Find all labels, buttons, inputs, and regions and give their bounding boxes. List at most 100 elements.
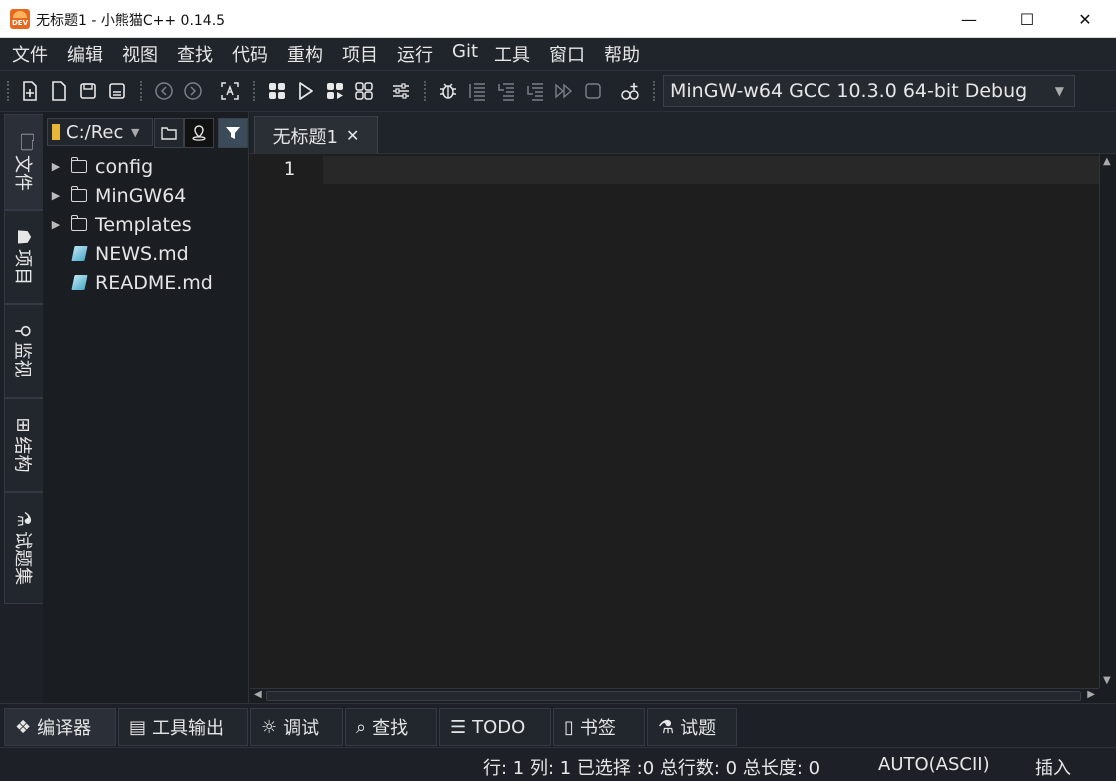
run-icon[interactable]	[294, 79, 318, 103]
tab-problem-set[interactable]: ⚗ 试题集	[4, 492, 44, 604]
tab-tool-output[interactable]: ▤ 工具输出	[118, 708, 248, 746]
maximize-button[interactable]: ☐	[998, 0, 1056, 38]
save-icon[interactable]	[76, 79, 100, 103]
menu-run[interactable]: 运行	[397, 41, 433, 67]
back-icon[interactable]	[152, 79, 176, 103]
close-icon[interactable]: ✕	[346, 126, 359, 145]
tab-label: 结构	[12, 436, 33, 473]
scroll-down-icon[interactable]: ▼	[1103, 675, 1111, 686]
tab-project[interactable]: ☗ 项目	[4, 210, 44, 304]
toolbar-grip[interactable]	[7, 81, 12, 101]
tab-label: TODO	[472, 716, 526, 738]
tab-label: 调试	[283, 718, 320, 739]
scrollbar-thumb[interactable]	[266, 691, 1081, 701]
scroll-up-icon[interactable]: ▲	[1103, 156, 1111, 167]
code-editor[interactable]: 1	[250, 154, 1099, 688]
toolbar-grip[interactable]	[253, 81, 258, 101]
tab-search[interactable]: ⌕ 查找	[345, 708, 437, 746]
scroll-left-icon[interactable]: ◀	[254, 689, 262, 700]
save-all-icon[interactable]	[105, 79, 129, 103]
menu-refactor[interactable]: 重构	[287, 41, 323, 67]
open-folder-button[interactable]	[154, 118, 184, 148]
new-file-icon[interactable]	[18, 79, 42, 103]
scrollbar-corner	[1099, 688, 1116, 703]
tab-todo[interactable]: ☰ TODO	[439, 708, 551, 746]
menu-window[interactable]: 窗口	[549, 41, 585, 67]
menu-edit[interactable]: 编辑	[67, 41, 103, 67]
tree-item[interactable]: ▶ config	[43, 152, 248, 181]
compile-icon[interactable]	[265, 79, 289, 103]
compiler-select[interactable]: MinGW-w64 GCC 10.3.0 64-bit Debug ▼	[663, 75, 1075, 107]
menu-search[interactable]: 查找	[177, 41, 213, 67]
rebuild-icon[interactable]	[352, 79, 376, 103]
locate-file-button[interactable]	[184, 118, 214, 148]
minimize-button[interactable]: —	[940, 0, 998, 38]
toolbar-grip[interactable]	[424, 81, 429, 101]
menu-project[interactable]: 项目	[342, 41, 378, 67]
open-file-icon[interactable]	[47, 79, 71, 103]
compiler-options-icon[interactable]	[389, 79, 413, 103]
menu-view[interactable]: 视图	[122, 41, 158, 67]
tab-files[interactable]: 🗀 文件	[4, 114, 44, 210]
step-into-icon[interactable]	[494, 79, 518, 103]
filter-icon	[226, 127, 240, 139]
close-button[interactable]: ✕	[1056, 0, 1114, 38]
toolbar-grip[interactable]	[653, 81, 658, 101]
tab-watch[interactable]: ⚲ 监视	[4, 304, 44, 398]
scroll-right-icon[interactable]: ▶	[1087, 689, 1095, 700]
current-line-highlight[interactable]	[323, 156, 1099, 184]
add-watch-icon[interactable]	[618, 79, 642, 103]
tab-compiler[interactable]: ❖ 编译器	[4, 708, 116, 746]
tree-item[interactable]: NEWS.md	[43, 239, 248, 268]
debug-icon[interactable]	[436, 79, 460, 103]
stop-icon[interactable]	[581, 79, 605, 103]
menu-tools[interactable]: 工具	[494, 41, 530, 67]
line-number: 1	[283, 158, 295, 180]
filter-button[interactable]	[218, 118, 248, 148]
tab-bookmarks[interactable]: ▯ 书签	[553, 708, 645, 746]
horizontal-scrollbar[interactable]: ◀ ▶	[250, 688, 1099, 703]
toolbar-grip[interactable]	[140, 81, 145, 101]
vertical-scrollbar[interactable]: ▲ ▼	[1099, 154, 1116, 688]
chevron-down-icon[interactable]: ▼	[131, 126, 139, 139]
menu-code[interactable]: 代码	[232, 41, 268, 67]
bottom-tab-bar: ❖ 编译器 ▤ 工具输出 ☼ 调试 ⌕ 查找 ☰ TODO ▯ 书签 ⚗ 试题	[0, 703, 1116, 747]
expand-arrow-icon[interactable]: ▶	[45, 189, 67, 202]
cursor-position-status: 行: 1 列: 1 已选择 :0 总行数: 0 总长度: 0	[483, 758, 821, 779]
editor-tab[interactable]: 无标题1 ✕	[254, 116, 378, 154]
tab-label: 文件	[12, 155, 33, 191]
continue-icon[interactable]	[552, 79, 576, 103]
folder-icon: 🗀	[16, 133, 37, 151]
step-over-icon[interactable]	[465, 79, 489, 103]
menu-bar: 文件 编辑 视图 查找 代码 重构 项目 运行 Git 工具 窗口 帮助	[0, 38, 1116, 70]
left-tab-strip: 🗀 文件 ☗ 项目 ⚲ 监视 ⊞ 结构 ⚗ 试题集	[0, 112, 44, 703]
menu-file[interactable]: 文件	[12, 41, 48, 67]
folder-icon	[52, 124, 60, 140]
tab-structure[interactable]: ⊞ 结构	[4, 398, 44, 492]
tree-item-label: Templates	[95, 213, 192, 236]
path-value: C:/Rec	[66, 121, 124, 143]
tree-item[interactable]: ▶ MinGW64	[43, 181, 248, 210]
folder-icon	[70, 186, 87, 202]
expand-arrow-icon[interactable]: ▶	[45, 218, 67, 231]
insert-mode-status: 插入	[1035, 758, 1071, 779]
expand-arrow-icon[interactable]: ▶	[45, 160, 67, 173]
encoding-status[interactable]: AUTO(ASCII)	[878, 754, 990, 775]
compile-run-icon[interactable]	[323, 79, 347, 103]
tab-label: 工具输出	[152, 718, 225, 739]
editor-tab-bar: 无标题1 ✕	[250, 112, 1116, 154]
file-browser-panel: C:/Rec ▼ ▶ config ▶ MinGW64 ▶ Templates …	[43, 112, 249, 703]
tab-debug[interactable]: ☼ 调试	[250, 708, 343, 746]
chevron-down-icon: ▼	[1054, 84, 1064, 98]
folder-icon	[161, 127, 177, 140]
step-out-icon[interactable]	[523, 79, 547, 103]
search-icon: ⌕	[356, 716, 367, 738]
forward-icon[interactable]	[181, 79, 205, 103]
folder-icon	[70, 215, 87, 231]
tab-problem[interactable]: ⚗ 试题	[647, 708, 737, 746]
format-code-icon[interactable]	[218, 79, 242, 103]
tree-item[interactable]: README.md	[43, 268, 248, 297]
menu-git[interactable]: Git	[452, 41, 478, 62]
menu-help[interactable]: 帮助	[604, 41, 640, 67]
tree-item[interactable]: ▶ Templates	[43, 210, 248, 239]
